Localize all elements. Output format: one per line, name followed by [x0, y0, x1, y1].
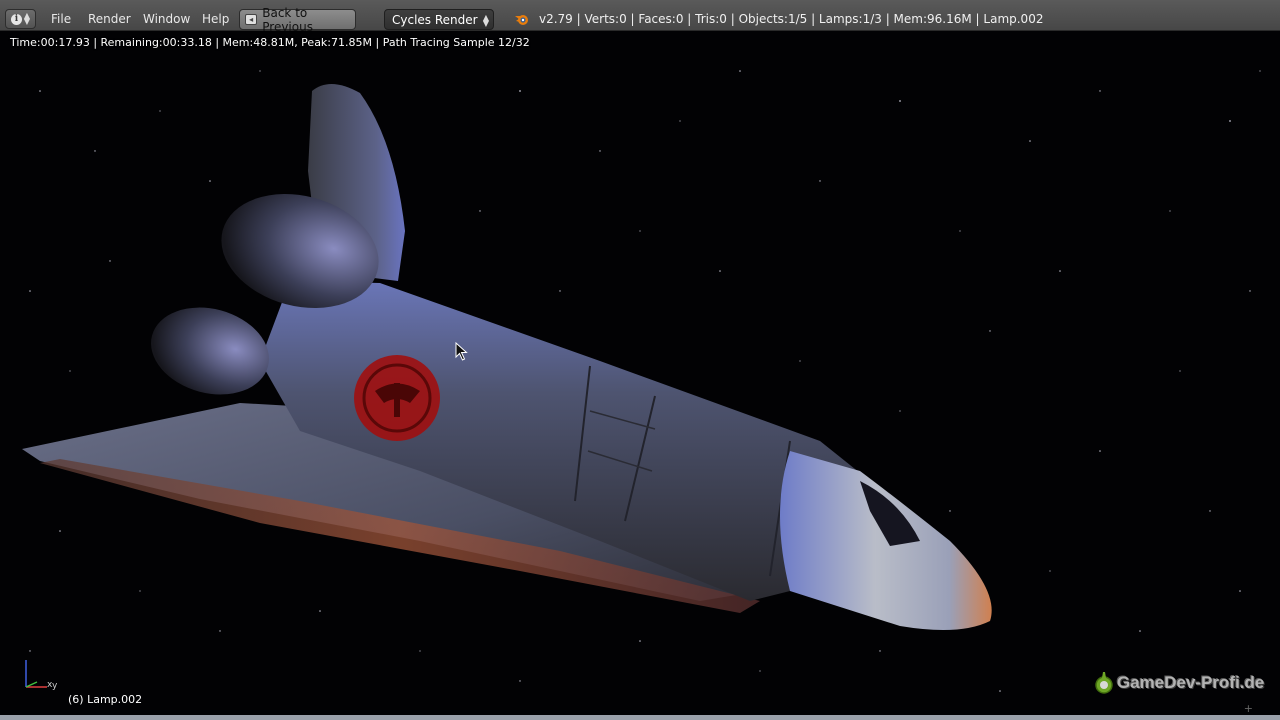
info-icon: i: [10, 13, 22, 25]
menu-file[interactable]: File: [51, 5, 71, 33]
rebel-emblem: [354, 355, 440, 441]
space-shuttle-model: [22, 83, 992, 630]
axis-label-y: y: [52, 681, 58, 691]
back-to-previous-label: Back to Previous: [262, 5, 313, 34]
axis-gizmo-icon: x y: [25, 660, 58, 691]
back-icon: ◂: [245, 14, 258, 25]
menu-help[interactable]: Help: [202, 5, 229, 33]
render-engine-label: Cycles Render: [392, 12, 478, 27]
area-split-handle[interactable]: +: [1244, 702, 1253, 715]
blender-logo-icon: [514, 9, 530, 29]
info-header: i ▲ ▼ File Render Window Help ◂ Back to P…: [0, 0, 1280, 34]
watermark: GameDev-Profi.de: [1094, 668, 1264, 698]
chevron-updown-icon: ▲ ▼: [23, 11, 31, 26]
menu-window[interactable]: Window: [143, 5, 190, 33]
gamedev-logo-icon: [1095, 672, 1113, 694]
window-bottom-edge: [0, 715, 1280, 720]
render-engine-select[interactable]: Cycles Render ▲ ▼: [384, 9, 494, 30]
3d-viewport[interactable]: Time:00:17.93 | Remaining:00:33.18 | Mem…: [0, 31, 1280, 715]
editor-type-button[interactable]: i ▲ ▼: [5, 9, 36, 29]
back-to-previous-button[interactable]: ◂ Back to Previous: [239, 6, 356, 34]
menu-render[interactable]: Render: [88, 5, 131, 33]
watermark-text: GameDev-Profi.de: [1117, 673, 1265, 692]
chevron-updown-icon: ▲ ▼: [482, 13, 489, 28]
scene-statistics: v2.79 | Verts:0 | Faces:0 | Tris:0 | Obj…: [539, 12, 1044, 26]
rendered-scene-image: [22, 70, 1261, 692]
mouse-cursor-icon: [455, 342, 468, 361]
render-progress-info: Time:00:17.93 | Remaining:00:33.18 | Mem…: [10, 36, 530, 49]
active-object-label: (6) Lamp.002: [68, 693, 143, 706]
